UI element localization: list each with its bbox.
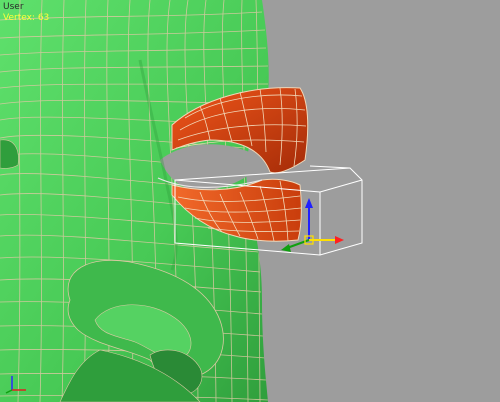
vertex-count-readout: Vertex: 63 — [3, 13, 50, 23]
perspective-viewport[interactable]: User Vertex: 63 — [0, 0, 500, 402]
viewport-canvas[interactable] — [0, 0, 500, 402]
move-gizmo-icon[interactable] — [275, 192, 345, 256]
viewport-name-label[interactable]: User — [3, 2, 24, 12]
axis-tripod-icon — [5, 376, 26, 394]
